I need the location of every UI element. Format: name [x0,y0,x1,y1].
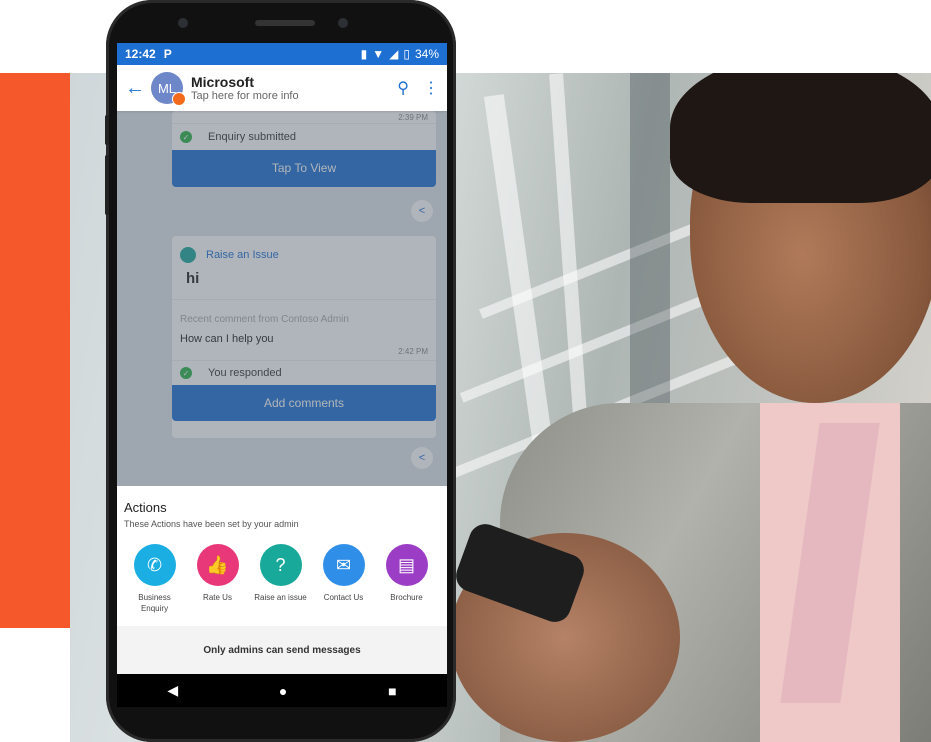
action-item[interactable]: …Te [438,544,447,614]
help-person-icon[interactable]: ? [259,544,302,586]
action-label: Rate Us [203,593,232,602]
carrier-icon: P [163,47,172,61]
nav-back-icon[interactable]: ◀ [167,682,178,699]
phone-chat-icon[interactable]: ✆ [133,544,176,586]
action-item[interactable]: ? Raise an issue [249,544,312,614]
action-item[interactable]: ✉ Contact Us [312,544,375,614]
orange-accent-bar [0,73,70,628]
nav-recents-icon[interactable]: ■ [388,683,396,699]
vibrate-icon: ▮ [360,47,368,61]
action-item[interactable]: 👍 Rate Us [186,544,249,614]
action-label: Brochure [390,593,423,602]
action-label: Business Enquiry [138,593,171,613]
mail-icon[interactable]: ✉ [322,544,365,586]
action-item[interactable]: ✆ Business Enquiry [123,544,186,614]
actions-sheet: Actions These Actions have been set by y… [117,486,447,626]
chat-subtitle: Tap here for more info [191,90,299,102]
back-arrow-icon[interactable]: ← [125,77,151,100]
android-nav-bar: ◀ ● ■ [117,674,447,707]
phone-camera [178,18,188,28]
thumbs-up-icon[interactable]: 👍 [196,544,239,586]
phone-speaker [255,20,315,26]
action-label: Te [440,592,448,603]
more-options-icon[interactable]: ⋮ [423,78,439,98]
status-time: 12:42 [125,47,156,61]
chat-header[interactable]: ← ML Microsoft Tap here for more info ⚲ … [117,65,447,111]
action-item[interactable]: ▤ Brochure [375,544,438,614]
search-icon[interactable]: ⚲ [397,78,409,98]
phone-screen: 12:42 P ▮ ▼ ◢ ▯ 34% ← ML Microsoft Tap h… [117,43,447,707]
battery-level: 34% [414,47,439,61]
admin-only-notice: Only admins can send messages [117,626,447,674]
actions-title: Actions [124,500,167,515]
chat-area: 2:39 PM ✓ Enquiry submitted Tap To View … [117,111,447,486]
action-label: Raise an issue [254,593,307,602]
status-bar: 12:42 P ▮ ▼ ◢ ▯ 34% [117,43,447,65]
action-label: Contact Us [323,593,364,602]
signal-icon: ◢ [389,47,399,61]
org-badge-icon [172,92,186,106]
phone-side-button [105,115,109,145]
actions-list: ✆ Business Enquiry 👍 Rate Us? Raise an issue… [123,544,447,614]
battery-icon: ▯ [403,47,410,61]
chat-title: Microsoft [191,74,254,90]
nav-home-icon[interactable]: ● [279,683,287,699]
wifi-icon: ▼ [372,47,385,61]
chat-title-area[interactable]: Microsoft Tap here for more info [191,74,383,102]
dim-overlay[interactable] [117,111,447,486]
actions-subtitle: These Actions have been set by your admi… [124,519,299,529]
phone-camera [338,18,348,28]
avatar[interactable]: ML [151,72,186,106]
phone-side-button [105,155,109,215]
document-icon[interactable]: ▤ [385,544,428,586]
